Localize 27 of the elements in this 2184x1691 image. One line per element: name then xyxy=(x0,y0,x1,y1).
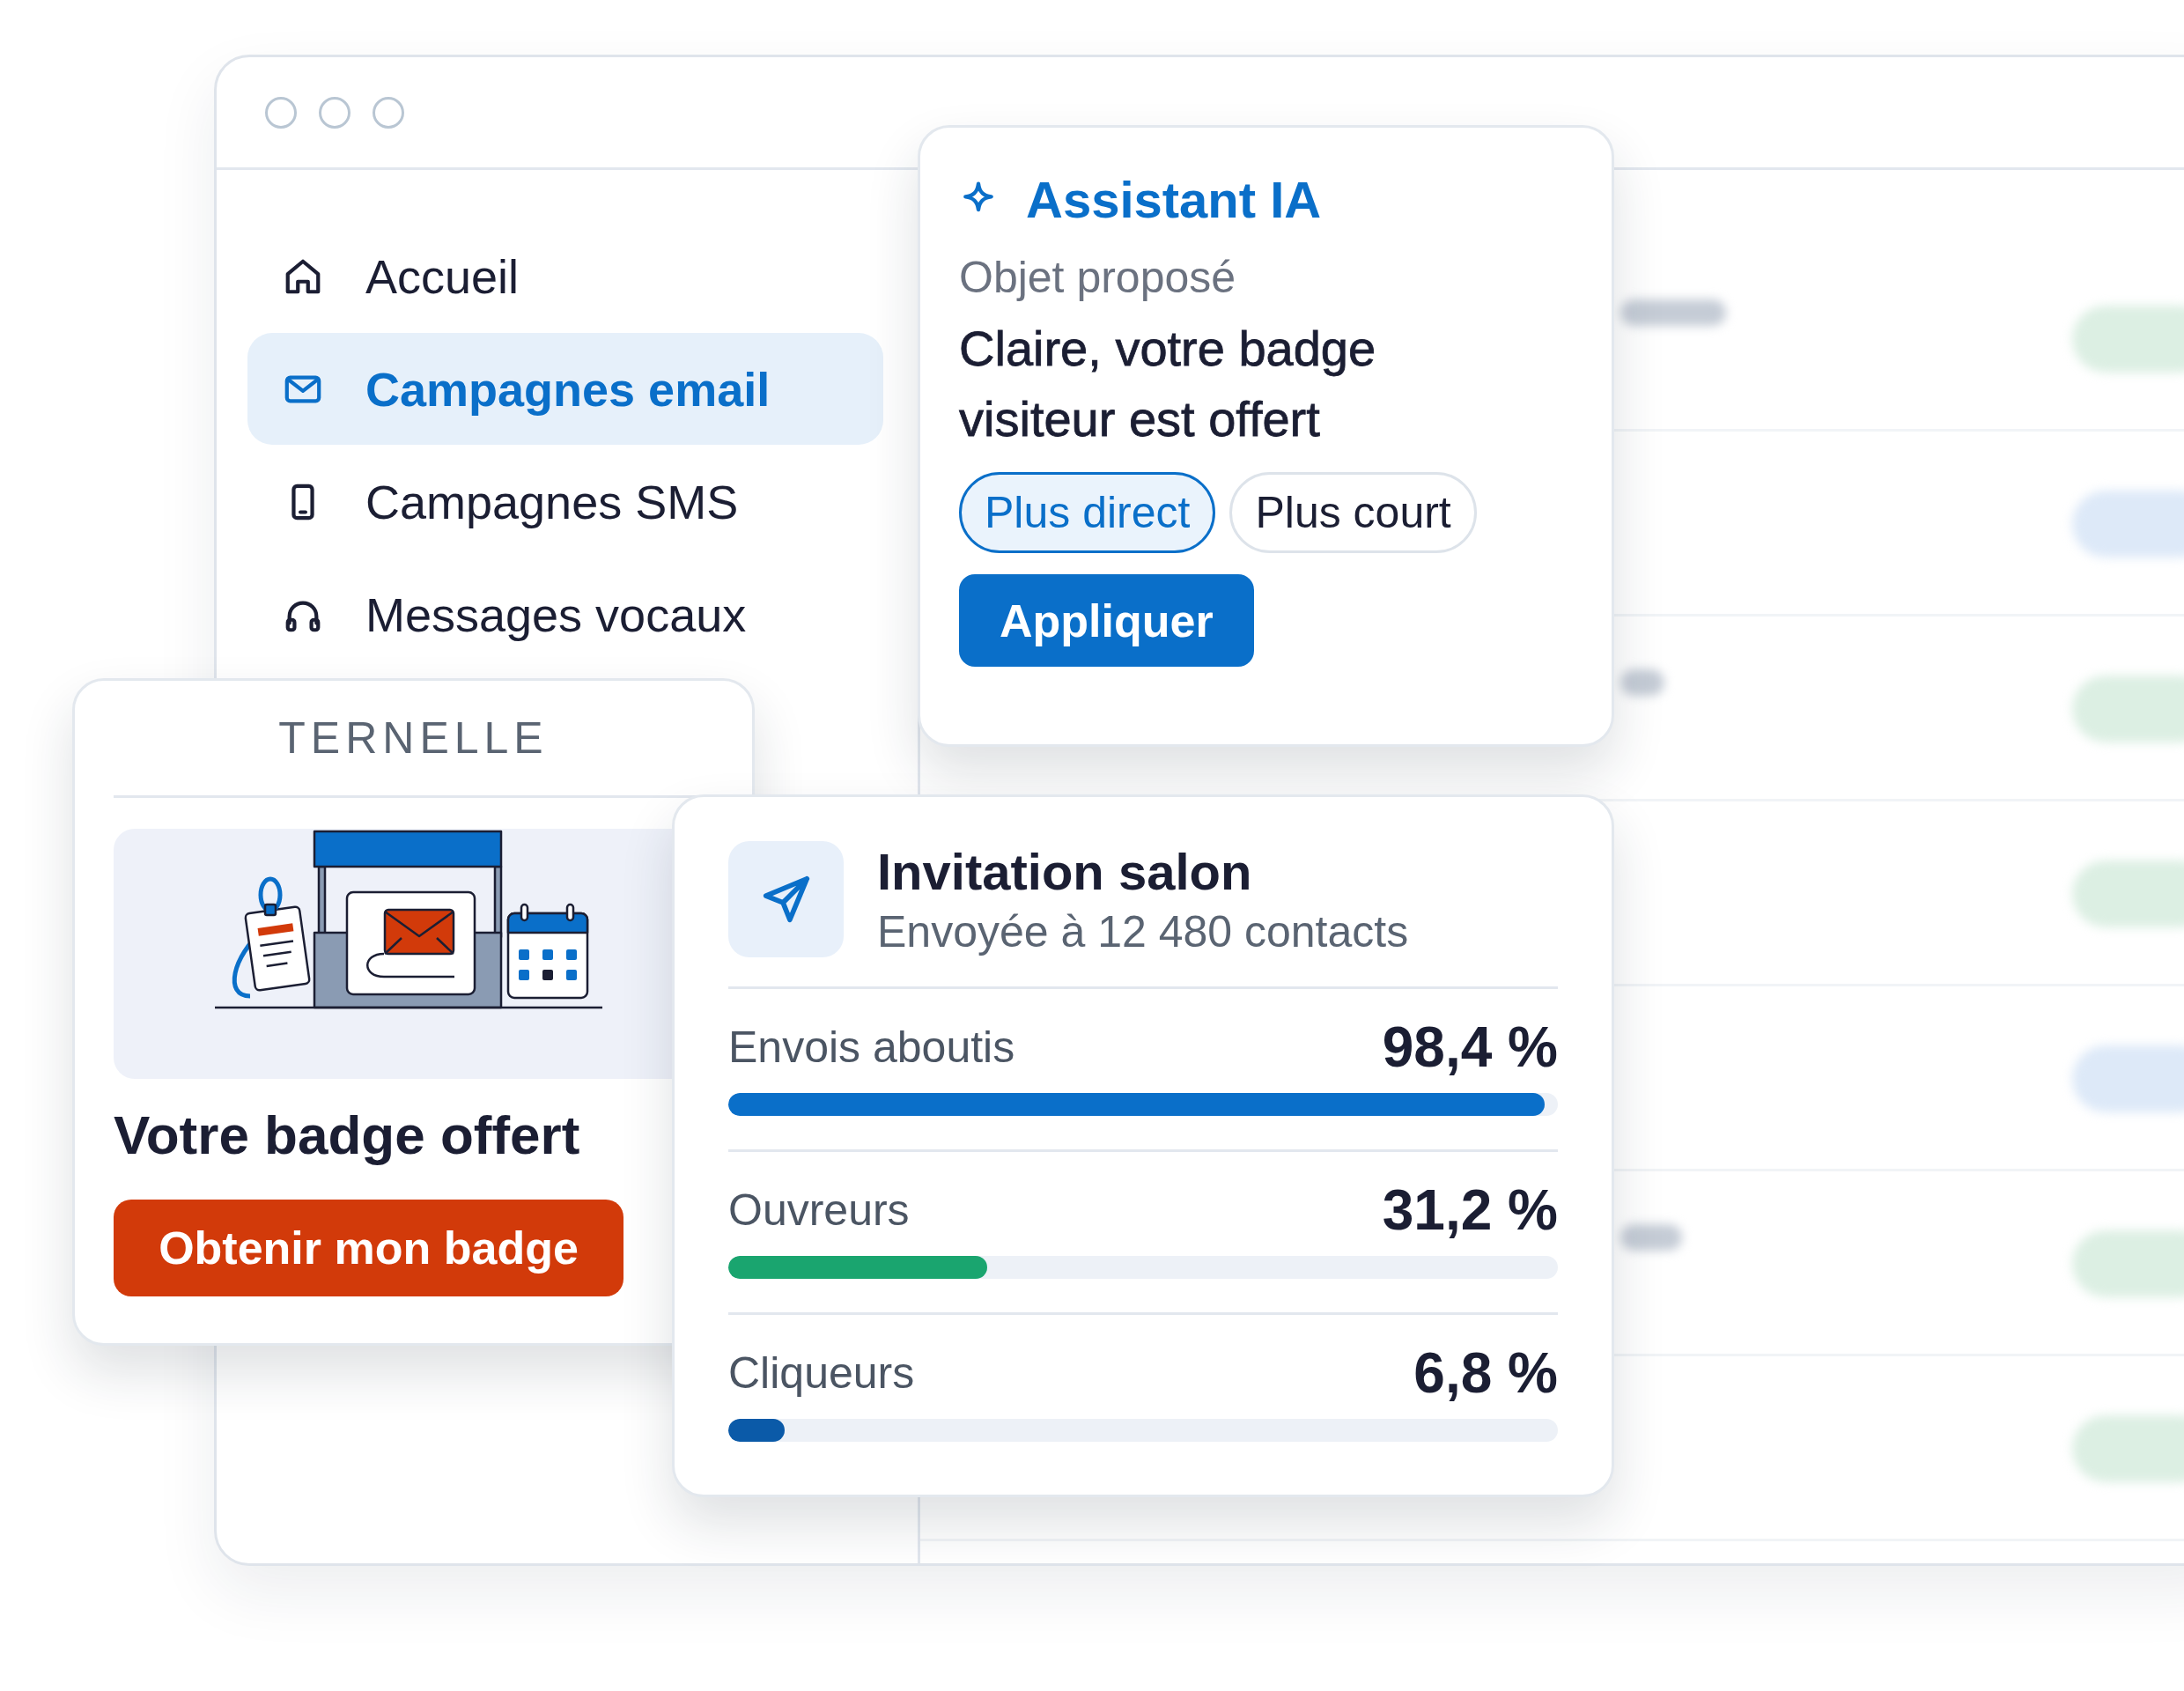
option-chip[interactable]: Plus court xyxy=(1229,472,1477,553)
metric-label: Ouvreurs xyxy=(728,1185,910,1236)
blurred-placeholder-bar xyxy=(1620,1224,1682,1251)
campaign-title: Invitation salon xyxy=(877,841,1253,901)
window-control[interactable] xyxy=(265,96,297,129)
send-icon xyxy=(728,841,844,957)
assistant-title: Assistant IA xyxy=(1026,170,1322,229)
brand-name: TERNELLE xyxy=(278,713,549,764)
sidebar-item[interactable]: Messages vocaux xyxy=(247,558,883,670)
window-control[interactable] xyxy=(373,96,404,129)
metric-value: 98,4 % xyxy=(1382,1015,1558,1080)
promo-title: Votre badge offert xyxy=(114,1104,581,1166)
suggested-subject: Claire, votre badge visiteur est offert xyxy=(959,320,1377,448)
blurred-placeholder-bar xyxy=(1620,669,1664,696)
campaign-subtitle: Envoyée à 12 480 contacts xyxy=(877,905,1409,957)
sidebar-item[interactable]: Campagnes email xyxy=(247,333,883,445)
field-label: Objet proposé xyxy=(959,252,1237,303)
metric-value: 6,8 % xyxy=(1413,1340,1558,1406)
metric-label: Cliqueurs xyxy=(728,1348,915,1399)
get-badge-button[interactable]: Obtenir mon badge xyxy=(114,1200,623,1296)
sidebar-item[interactable]: Campagnes SMS xyxy=(247,446,883,558)
metric-value: 31,2 % xyxy=(1382,1178,1558,1243)
sidebar-item[interactable]: Accueil xyxy=(247,220,883,332)
option-chip[interactable]: Plus direct xyxy=(959,472,1216,553)
apply-button[interactable]: Appliquer xyxy=(959,574,1254,667)
window-control[interactable] xyxy=(319,96,350,129)
metric-label: Envois aboutis xyxy=(728,1022,1015,1073)
